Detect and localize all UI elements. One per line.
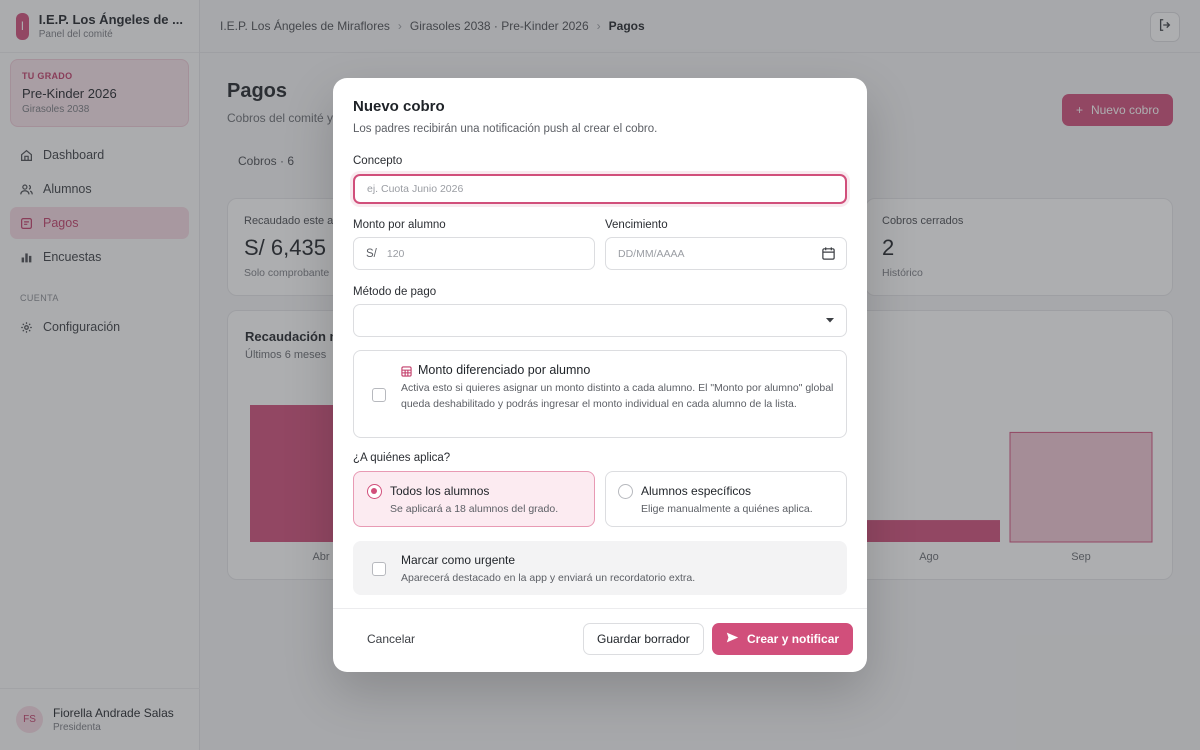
concept-placeholder: ej. Cuota Junio 2026 [367, 183, 464, 195]
amount-label: Monto por alumno [353, 219, 446, 231]
modal-description: Los padres recibirán una notificación pu… [353, 123, 658, 135]
save-draft-button[interactable]: Guardar borrador [583, 623, 704, 655]
chevron-down-icon [824, 314, 836, 329]
radio-all-students[interactable] [367, 484, 382, 499]
differentiated-checkbox[interactable] [372, 388, 386, 402]
cancel-button[interactable]: Cancelar [367, 632, 415, 646]
payment-method-select[interactable] [353, 304, 847, 337]
option-specific-text: Elige manualmente a quiénes aplica. [641, 503, 813, 515]
option-specific-students[interactable]: Alumnos específicos Elige manualmente a … [605, 471, 847, 527]
modal-title: Nuevo cobro [353, 98, 445, 115]
option-all-students[interactable]: Todos los alumnos Se aplicará a 18 alumn… [353, 471, 595, 527]
amount-input[interactable]: S/ 120 [353, 237, 595, 270]
due-placeholder: DD/MM/AAAA [618, 247, 685, 260]
urgent-option[interactable]: Marcar como urgente Aparecerá destacado … [353, 541, 847, 595]
option-all-text: Se aplicará a 18 alumnos del grado. [390, 503, 559, 515]
concept-label: Concepto [353, 155, 403, 167]
applies-label: ¿A quiénes aplica? [353, 452, 451, 464]
option-specific-title: Alumnos específicos [641, 484, 752, 498]
differentiated-amount-option[interactable]: Monto diferenciado por alumno Activa est… [353, 350, 847, 438]
urgent-text: Aparecerá destacado en la app y enviará … [401, 572, 696, 584]
due-label: Vencimiento [605, 219, 668, 231]
modal-footer: Cancelar Guardar borrador Crear y notifi… [333, 608, 867, 672]
currency-prefix: S/ [366, 247, 377, 260]
send-icon [726, 631, 739, 647]
create-notify-button[interactable]: Crear y notificar [712, 623, 854, 655]
differentiated-title: Monto diferenciado por alumno [418, 363, 591, 377]
new-charge-modal: Nuevo cobro Los padres recibirán una not… [333, 78, 867, 672]
urgent-checkbox[interactable] [372, 562, 386, 576]
urgent-title: Marcar como urgente [401, 553, 516, 567]
method-label: Método de pago [353, 286, 437, 298]
calendar-icon[interactable] [821, 246, 836, 264]
amount-placeholder: 120 [386, 247, 405, 260]
option-all-title: Todos los alumnos [390, 484, 490, 498]
radio-specific-students[interactable] [618, 484, 633, 499]
differentiated-text: Activa esto si quieres asignar un monto … [401, 382, 834, 410]
create-notify-label: Crear y notificar [747, 632, 840, 646]
due-date-input[interactable]: DD/MM/AAAA [605, 237, 847, 270]
concept-input[interactable]: ej. Cuota Junio 2026 [353, 174, 847, 204]
